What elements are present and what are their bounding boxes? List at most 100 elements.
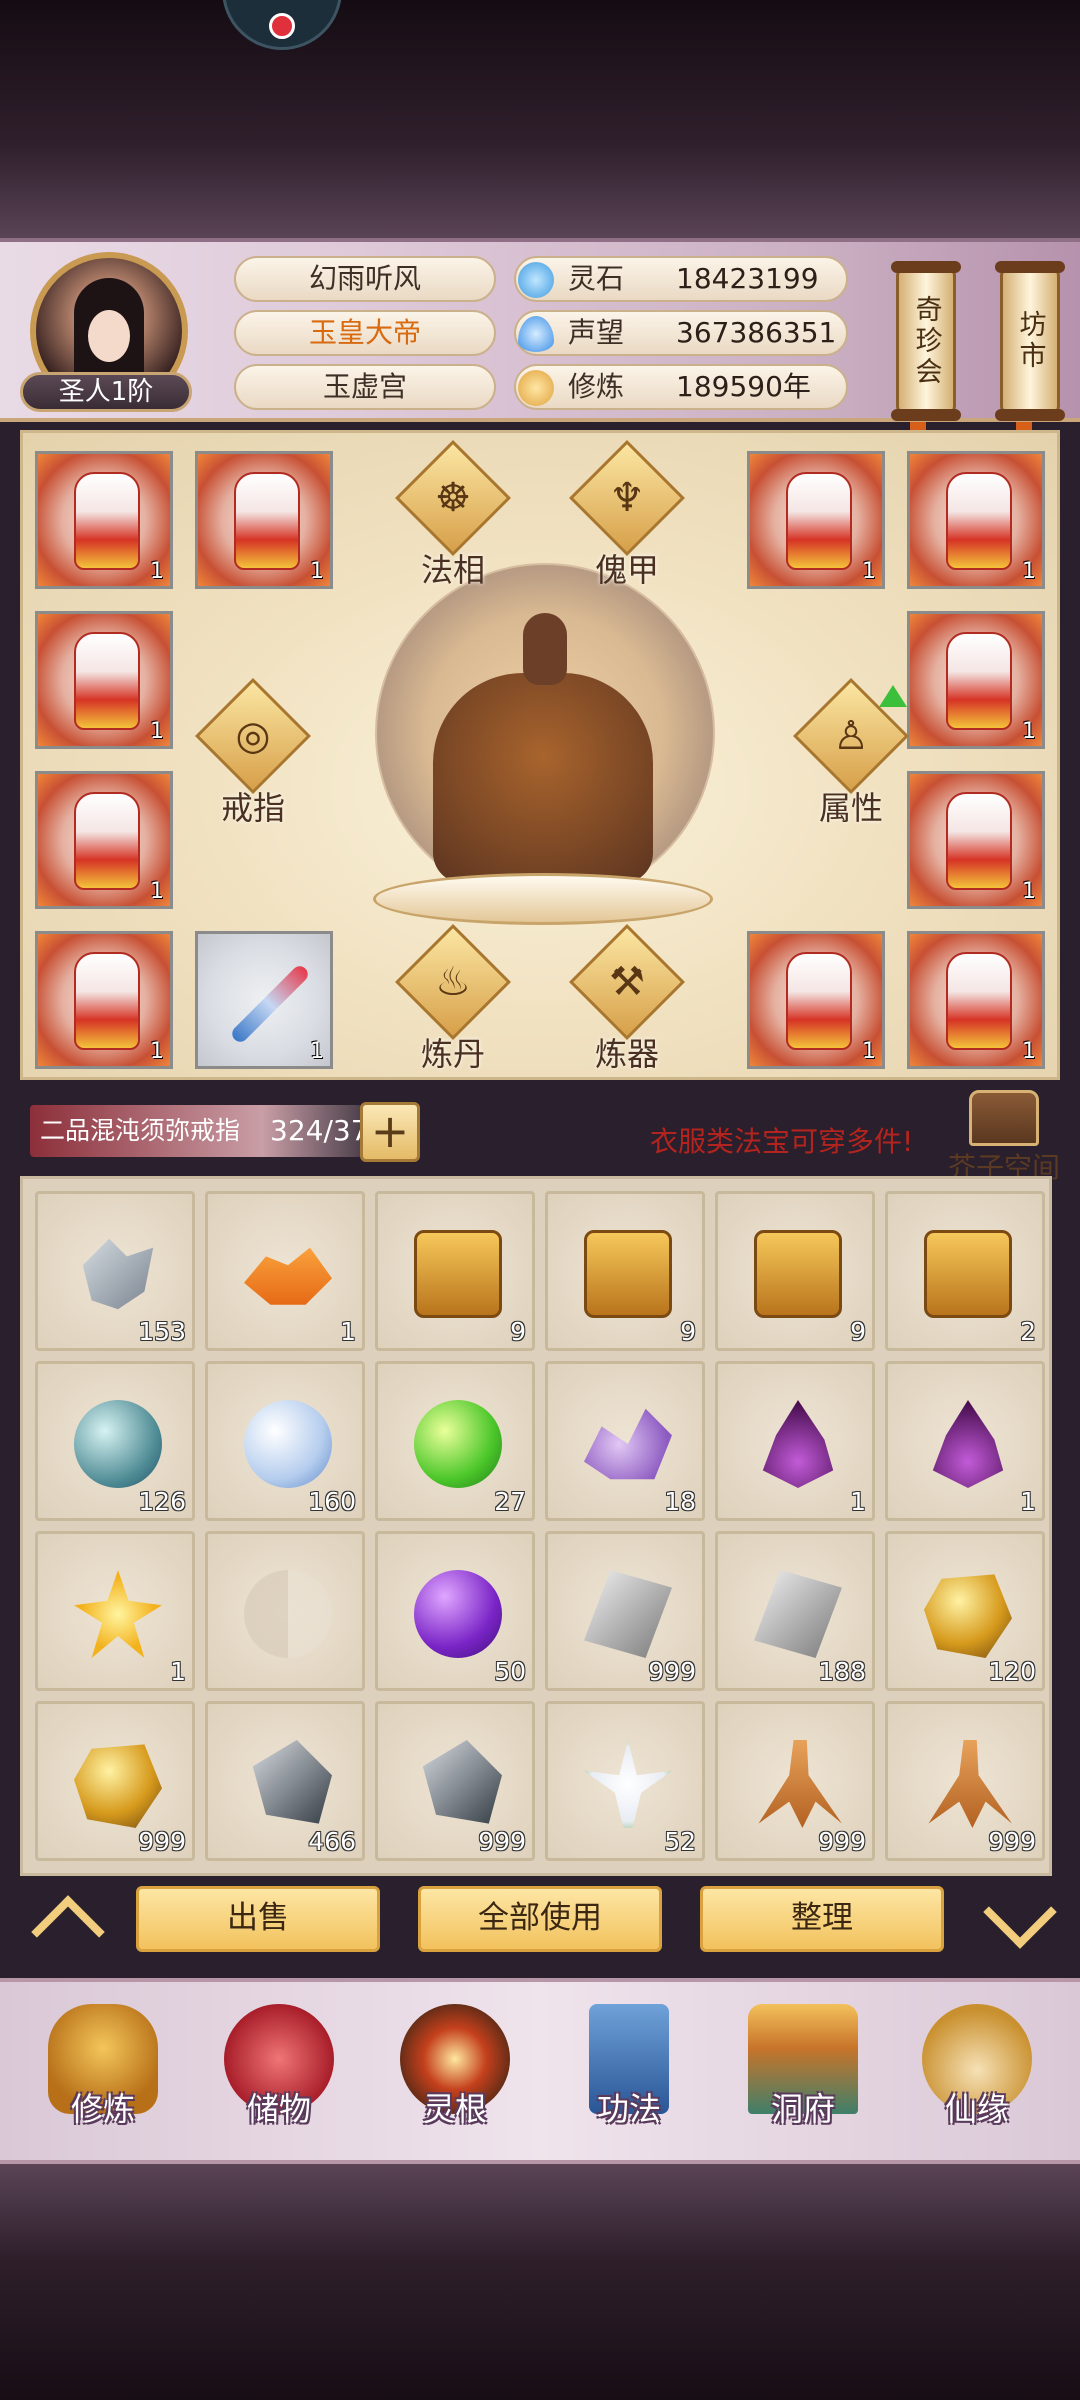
item-count: 1: [150, 559, 164, 584]
golden-flower-icon: [74, 1570, 162, 1658]
inventory-slot[interactable]: 1: [885, 1361, 1045, 1521]
item-count: 2: [1020, 1317, 1036, 1346]
equip-slot[interactable]: 1: [35, 931, 173, 1069]
item-count: 1: [170, 1657, 186, 1686]
market-button[interactable]: 坊市: [995, 261, 1065, 421]
inventory-slot[interactable]: 9: [715, 1191, 875, 1351]
amber-crystal-icon: [244, 1247, 332, 1305]
forging-button[interactable]: ⚒ 炼器: [567, 924, 687, 1075]
equip-slot[interactable]: 1: [747, 451, 885, 589]
inventory-slot[interactable]: 160: [205, 1361, 365, 1521]
robe-icon: [234, 472, 300, 570]
nav-technique[interactable]: 功法: [554, 2004, 704, 2130]
dark-ore-icon: [422, 1740, 502, 1824]
item-count: 1: [862, 1039, 876, 1064]
equip-slot[interactable]: 1: [907, 451, 1045, 589]
equip-slot[interactable]: 1: [35, 771, 173, 909]
robe-icon: [74, 632, 140, 730]
equip-hint-text: 衣服类法宝可穿多件!: [650, 1125, 914, 1158]
gray-stone-icon: [754, 1570, 842, 1658]
resource-value: 367386351: [676, 316, 837, 349]
nav-spirit-root[interactable]: 灵根: [380, 2004, 530, 2130]
use-all-button[interactable]: 全部使用: [418, 1886, 662, 1952]
alchemy-button[interactable]: ♨ 炼丹: [393, 924, 513, 1075]
inventory-slot[interactable]: 27: [375, 1361, 535, 1521]
inventory-slot[interactable]: 126: [35, 1361, 195, 1521]
meditation-icon: ☸: [435, 475, 471, 521]
resource-label: 修炼: [568, 370, 625, 403]
inventory-slot[interactable]: 999: [545, 1531, 705, 1691]
equip-slot[interactable]: 1: [195, 451, 333, 589]
item-count: 120: [988, 1657, 1036, 1686]
inventory-slot[interactable]: 999: [375, 1701, 535, 1861]
equip-slot[interactable]: 1: [35, 451, 173, 589]
metal-shards-icon: [82, 1238, 154, 1310]
golden-chest-icon: [584, 1230, 672, 1318]
inventory-slot[interactable]: 466: [205, 1701, 365, 1861]
top-backdrop: [0, 0, 1080, 240]
nav-cultivation[interactable]: 修炼: [28, 2004, 178, 2130]
equip-slot-weapon[interactable]: 1: [195, 931, 333, 1069]
item-count: 1: [310, 1039, 324, 1064]
white-orb-icon: [244, 1400, 332, 1488]
inventory-slot[interactable]: 2: [885, 1191, 1045, 1351]
robe-icon: [786, 952, 852, 1050]
item-count: 999: [138, 1827, 186, 1856]
spirit-stone-icon: [518, 262, 554, 298]
golden-chest-icon: [754, 1230, 842, 1318]
dark-ore-icon: [252, 1740, 332, 1824]
sort-button[interactable]: 整理: [700, 1886, 944, 1952]
inventory-slot[interactable]: 52: [545, 1701, 705, 1861]
resource-value: 189590年: [676, 370, 811, 403]
inventory-slot[interactable]: 1: [35, 1531, 195, 1691]
item-count: 126: [138, 1487, 186, 1516]
inventory-slot[interactable]: 999: [715, 1701, 875, 1861]
equip-slot[interactable]: 1: [907, 931, 1045, 1069]
robe-icon: [946, 792, 1012, 890]
nav-immortal-fate[interactable]: 仙缘: [902, 2004, 1052, 2130]
puppet-armor-button[interactable]: ♆ 傀甲: [567, 440, 687, 591]
attributes-button[interactable]: ♙ 属性: [791, 678, 911, 829]
item-count: 1: [1022, 1039, 1036, 1064]
inventory-slot[interactable]: 50: [375, 1531, 535, 1691]
inventory-slot[interactable]: 1: [205, 1191, 365, 1351]
equip-slot[interactable]: 1: [747, 931, 885, 1069]
rank-badge: 圣人1阶: [20, 372, 192, 412]
inventory-slot[interactable]: 9: [375, 1191, 535, 1351]
nav-storage[interactable]: 储物: [204, 2004, 354, 2130]
item-count: 1: [1022, 719, 1036, 744]
storage-ring-name: 二品混沌须弥戒指: [40, 1116, 241, 1145]
item-count: 160: [308, 1487, 356, 1516]
inventory-slot[interactable]: 18: [545, 1361, 705, 1521]
item-count: 18: [664, 1487, 696, 1516]
ring-button[interactable]: ◎ 戒指: [193, 678, 313, 829]
inventory-slot[interactable]: 188: [715, 1531, 875, 1691]
white-lily-icon: [584, 1740, 672, 1828]
equip-slot[interactable]: 1: [35, 611, 173, 749]
scroll-up-icon[interactable]: [34, 1890, 94, 1950]
lotus-pedestal: [373, 873, 713, 925]
item-count: 1: [862, 559, 876, 584]
anvil-icon: ⚒: [609, 959, 645, 1005]
dharma-form-button[interactable]: ☸ 法相: [393, 440, 513, 591]
inventory-slot[interactable]: 1: [715, 1361, 875, 1521]
equip-slot[interactable]: 1: [907, 771, 1045, 909]
item-count: 9: [510, 1317, 526, 1346]
inventory-slot[interactable]: 999: [885, 1701, 1045, 1861]
inventory-slot[interactable]: 120: [885, 1531, 1045, 1691]
nav-cave-mansion[interactable]: 洞府: [728, 2004, 878, 2130]
inventory-slot-empty[interactable]: [205, 1531, 365, 1691]
expand-storage-button[interactable]: +: [360, 1102, 420, 1162]
inventory-slot[interactable]: 9: [545, 1191, 705, 1351]
inventory-grid: 153 1 9 9 9 2 126 160 27 18 1 1 1 50 999…: [20, 1176, 1052, 1876]
puppet-armor-icon: ♆: [609, 475, 645, 521]
ring-icon: ◎: [235, 713, 271, 759]
item-count: 27: [494, 1487, 526, 1516]
inventory-slot[interactable]: 999: [35, 1701, 195, 1861]
sell-button[interactable]: 出售: [136, 1886, 380, 1952]
inventory-slot[interactable]: 153: [35, 1191, 195, 1351]
mustard-space-button[interactable]: 芥子空间: [944, 1090, 1064, 1186]
treasure-fair-button[interactable]: 奇珍会: [891, 261, 961, 421]
scroll-down-icon[interactable]: [986, 1890, 1046, 1950]
equip-slot[interactable]: 1: [907, 611, 1045, 749]
